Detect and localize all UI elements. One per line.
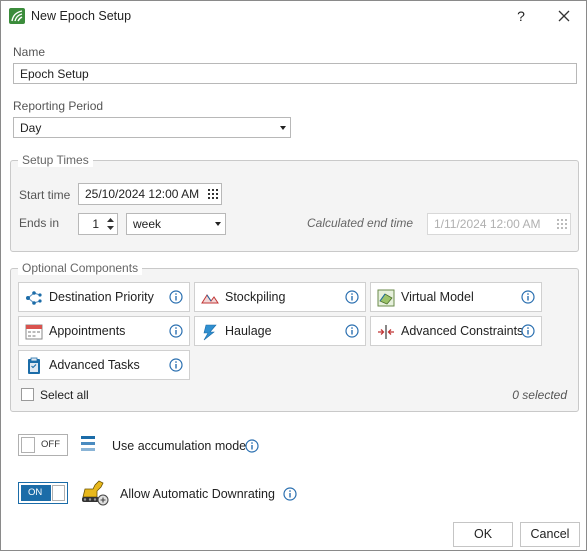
chevron-down-icon (280, 126, 286, 130)
component-advanced-tasks[interactable]: Advanced Tasks (18, 350, 190, 380)
ends-in-count-input[interactable]: 1 (78, 213, 118, 235)
component-label: Destination Priority (49, 290, 154, 304)
ends-in-count-value: 1 (92, 217, 99, 231)
component-haulage[interactable]: Haulage (194, 316, 366, 346)
reporting-period-select[interactable]: Day (13, 117, 291, 138)
accumulation-icon (81, 436, 95, 451)
select-all-checkbox[interactable] (21, 388, 34, 401)
setup-times-group (10, 160, 579, 252)
automatic-downrating-label: Allow Automatic Downrating (120, 487, 275, 501)
window-title: New Epoch Setup (31, 9, 132, 23)
toggle-state-label: ON (28, 487, 43, 498)
info-icon[interactable] (345, 290, 359, 304)
component-label: Advanced Tasks (49, 358, 140, 372)
component-destination-priority[interactable]: Destination Priority (18, 282, 190, 312)
toggle-thumb (52, 485, 65, 501)
setup-times-legend: Setup Times (18, 153, 93, 167)
start-time-input[interactable]: 25/10/2024 12:00 AM (78, 183, 222, 205)
haulage-icon (203, 324, 217, 341)
close-button[interactable] (553, 5, 575, 27)
ends-in-unit-value: week (133, 217, 162, 231)
toggle-thumb (21, 437, 35, 453)
info-icon[interactable] (283, 487, 297, 501)
reporting-period-label: Reporting Period (13, 99, 104, 113)
component-appointments[interactable]: Appointments (18, 316, 190, 346)
close-icon (558, 10, 570, 22)
appointments-icon (25, 324, 43, 340)
info-icon[interactable] (169, 358, 183, 372)
component-label: Haulage (225, 324, 272, 338)
selected-count: 0 selected (512, 388, 567, 402)
ok-button[interactable]: OK (453, 522, 513, 547)
component-label: Advanced Constraints (401, 324, 524, 338)
title-bar: New Epoch Setup ? (1, 1, 586, 31)
info-icon[interactable] (521, 324, 535, 338)
info-icon[interactable] (169, 290, 183, 304)
component-label: Appointments (49, 324, 126, 338)
name-input[interactable]: Epoch Setup (13, 63, 577, 84)
calculated-end-time-value: 1/11/2024 12:00 AM (434, 217, 541, 231)
excavator-icon (82, 480, 109, 506)
calendar-grid-icon (557, 219, 567, 229)
app-logo-icon (9, 8, 25, 24)
toggle-state-label: OFF (41, 439, 60, 450)
info-icon[interactable] (245, 439, 259, 453)
cancel-button[interactable]: Cancel (520, 522, 580, 547)
info-icon[interactable] (169, 324, 183, 338)
name-label: Name (13, 45, 46, 59)
calendar-grid-icon[interactable] (208, 189, 218, 199)
start-time-label: Start time (19, 188, 71, 202)
help-button[interactable]: ? (511, 6, 531, 26)
ends-in-label: Ends in (19, 216, 60, 230)
automatic-downrating-toggle[interactable]: ON (18, 482, 68, 504)
ends-in-unit-select[interactable]: week (126, 213, 226, 235)
chevron-down-icon (215, 222, 221, 226)
info-icon[interactable] (345, 324, 359, 338)
component-label: Stockpiling (225, 290, 286, 304)
accumulation-mode-label: Use accumulation mode (112, 439, 247, 453)
start-time-value: 25/10/2024 12:00 AM (85, 187, 200, 201)
new-epoch-setup-dialog: New Epoch Setup ? Name Epoch Setup Repor… (0, 0, 587, 551)
accumulation-mode-toggle[interactable]: OFF (18, 434, 68, 456)
advanced-tasks-icon (28, 357, 40, 374)
virtual-model-icon (377, 289, 395, 307)
component-label: Virtual Model (401, 290, 474, 304)
calculated-end-time-label: Calculated end time (307, 216, 414, 230)
select-all-label[interactable]: Select all (40, 388, 89, 402)
stockpiling-icon (201, 294, 219, 304)
reporting-period-value: Day (20, 121, 42, 135)
calculated-end-time-input: 1/11/2024 12:00 AM (427, 213, 571, 235)
component-advanced-constraints[interactable]: Advanced Constraints (370, 316, 542, 346)
destination-priority-icon (26, 291, 42, 305)
component-stockpiling[interactable]: Stockpiling (194, 282, 366, 312)
advanced-constraints-icon (378, 325, 394, 339)
component-virtual-model[interactable]: Virtual Model (370, 282, 542, 312)
info-icon[interactable] (521, 290, 535, 304)
optional-components-legend: Optional Components (18, 261, 143, 275)
spinner-arrows-icon[interactable] (106, 216, 115, 232)
